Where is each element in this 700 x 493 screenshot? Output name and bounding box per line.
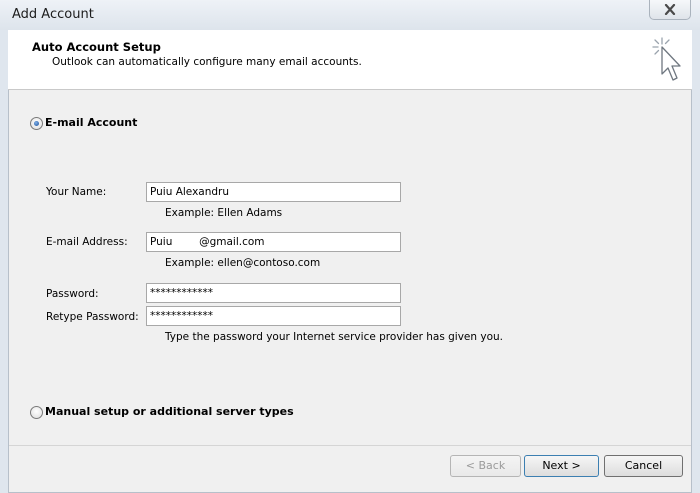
password-input[interactable]: ************ bbox=[146, 283, 401, 303]
password-label: Password: bbox=[46, 288, 99, 300]
next-button[interactable]: Next > bbox=[524, 455, 599, 477]
cancel-button[interactable]: Cancel bbox=[604, 455, 683, 477]
close-icon bbox=[664, 4, 676, 15]
back-button[interactable]: < Back bbox=[450, 455, 521, 477]
retype-password-label: Retype Password: bbox=[46, 311, 139, 323]
retype-password-input[interactable]: ************ bbox=[146, 306, 401, 326]
manual-setup-radio[interactable] bbox=[30, 406, 43, 419]
email-account-radio[interactable] bbox=[30, 117, 43, 130]
dialog-body bbox=[8, 30, 692, 493]
email-address-example: Example: ellen@contoso.com bbox=[165, 257, 321, 269]
your-name-example: Example: Ellen Adams bbox=[165, 207, 283, 219]
email-address-input[interactable]: Puiu @gmail.com bbox=[146, 232, 401, 252]
password-hint: Type the password your Internet service … bbox=[165, 331, 503, 343]
title-bar: Add Account bbox=[0, 0, 700, 30]
header-title: Auto Account Setup bbox=[32, 40, 161, 54]
window-title: Add Account bbox=[12, 7, 94, 22]
footer-separator bbox=[9, 445, 691, 446]
your-name-label: Your Name: bbox=[46, 186, 107, 198]
wizard-header: Auto Account Setup Outlook can automatic… bbox=[8, 30, 692, 90]
header-subtitle: Outlook can automatically configure many… bbox=[52, 56, 362, 68]
close-button[interactable] bbox=[649, 0, 691, 20]
email-address-label: E-mail Address: bbox=[46, 236, 128, 248]
manual-setup-label: Manual setup or additional server types bbox=[45, 405, 294, 418]
your-name-input[interactable]: Puiu Alexandru bbox=[146, 182, 401, 202]
email-account-label: E-mail Account bbox=[45, 116, 138, 129]
wizard-cursor-icon bbox=[652, 37, 681, 81]
